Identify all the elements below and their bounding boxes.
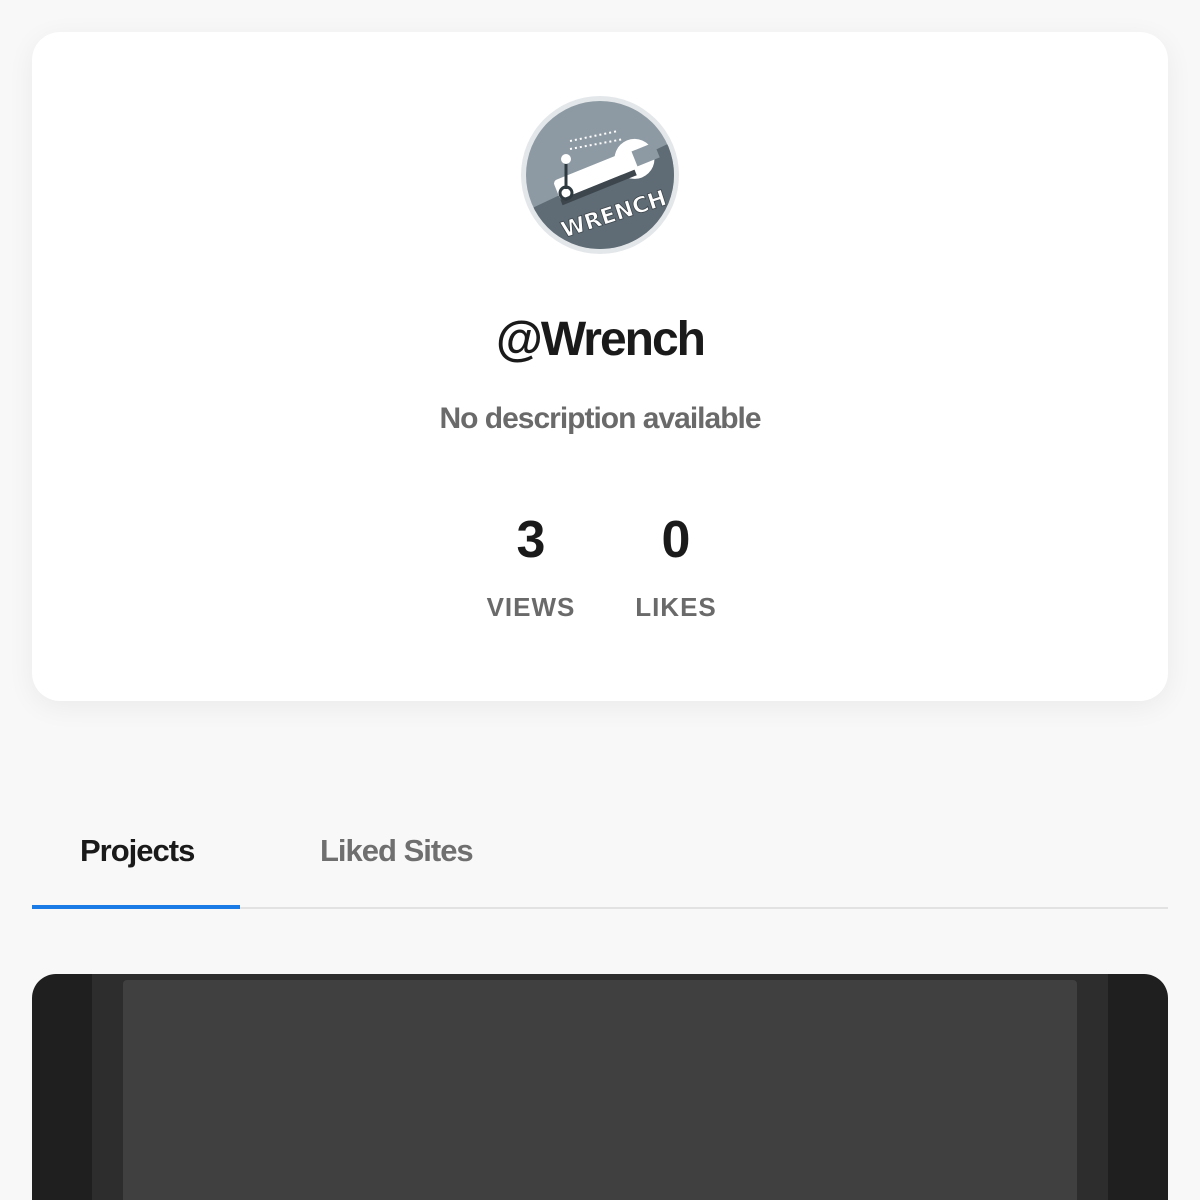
project-preview-screen [123,980,1077,1200]
profile-card: WRENCH @Wrench No description available … [32,32,1168,701]
likes-count: 0 [661,511,691,569]
views-label: VIEWS [486,592,576,622]
project-preview-frame [92,974,1108,1200]
profile-tabs: Projects Liked Sites [32,806,1168,909]
views-count: 3 [516,511,546,569]
tab-projects[interactable]: Projects [32,806,240,909]
avatar: WRENCH [521,96,679,254]
project-card[interactable] [32,974,1168,1200]
likes-label: LIKES [635,592,717,622]
username: @Wrench [496,313,706,366]
profile-page: WRENCH @Wrench No description available … [0,0,1200,1200]
stat-likes: 0 LIKES [611,510,741,623]
wrench-logo-icon: WRENCH [526,101,674,249]
stat-views: 3 VIEWS [466,510,596,623]
profile-description: No description available [439,402,761,435]
tab-liked-sites[interactable]: Liked Sites [320,806,474,909]
